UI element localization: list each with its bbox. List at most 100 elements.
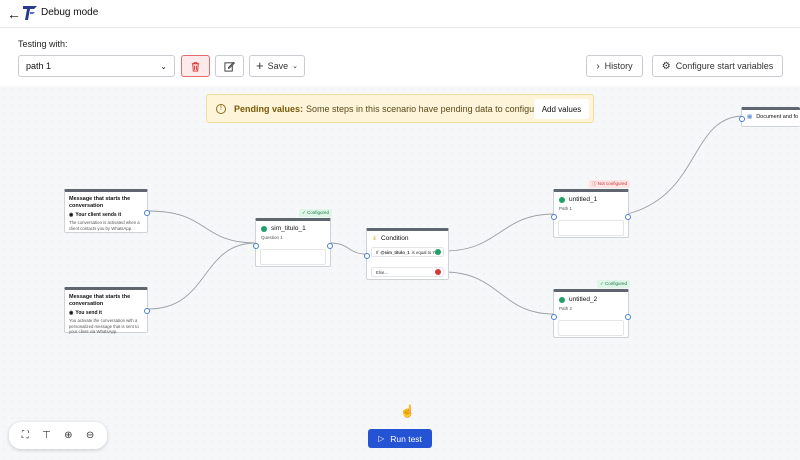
banner-title: Pending values:: [234, 103, 304, 114]
input-port[interactable]: [253, 243, 259, 249]
delete-button[interactable]: [181, 55, 210, 77]
edit-button[interactable]: [215, 55, 244, 77]
condition-else-row[interactable]: Else...: [371, 267, 444, 277]
question-node-untitled-1[interactable]: untitled_1 Path 1: [551, 189, 631, 238]
condition-prefix: If: [376, 249, 379, 255]
node-subtitle-text: Your client sends it: [75, 212, 122, 218]
badge-text: Not configured: [597, 181, 628, 186]
node-field-label: Path 1: [559, 206, 573, 211]
run-test-label: Run test: [390, 433, 422, 444]
configure-start-variables-button[interactable]: ⚙ Configure start variables: [652, 55, 783, 77]
node-title: untitled_2: [569, 296, 598, 303]
edge-condition-untitled2: [443, 271, 555, 315]
output-port[interactable]: [144, 308, 150, 314]
condition-node[interactable]: ⇓ Condition If @sim_titulo_1 is equal to…: [364, 228, 449, 280]
document-icon: ▦: [747, 114, 753, 120]
node-header: sim_titulo_1: [256, 221, 330, 232]
whatsapp-icon: [559, 296, 565, 303]
hand-cursor-icon: ☝: [400, 404, 415, 418]
question-node-untitled-2[interactable]: untitled_2 Path 2: [551, 289, 631, 338]
output-port[interactable]: [327, 243, 333, 249]
users-icon: ◉: [69, 310, 74, 316]
edge-msg2-sim: [147, 242, 257, 310]
edge-msg1-sim: [147, 210, 257, 244]
trash-icon: [191, 61, 200, 72]
badge-text: Configured: [307, 210, 330, 215]
node-title: untitled_1: [569, 196, 598, 203]
edge-condition-untitled1: [443, 213, 555, 252]
whatsapp-icon: [559, 196, 565, 203]
error-dot-icon: [435, 269, 441, 275]
flow-canvas[interactable]: ! Pending values: Some steps in this sce…: [0, 86, 800, 460]
gear-icon: ⚙: [661, 60, 671, 72]
back-arrow-icon[interactable]: ←: [6, 6, 22, 22]
chevron-right-icon: ›: [596, 60, 600, 72]
history-label: History: [604, 61, 633, 71]
save-label: Save: [267, 61, 289, 71]
node-header: ▦ Document and fo: [742, 110, 800, 120]
history-button[interactable]: › History: [586, 55, 643, 77]
top-bar: ← Debug mode: [0, 0, 800, 28]
edge-untitled1-doc: [626, 115, 743, 215]
path-select[interactable]: path 1 ⌄: [18, 55, 175, 77]
node-subtitle: ◉ You send it: [65, 308, 147, 316]
brand-logo-icon: [23, 6, 37, 20]
input-port[interactable]: [551, 314, 557, 320]
page-title: Debug mode: [41, 7, 99, 18]
node-title: Condition: [381, 235, 409, 242]
testing-with-label: Testing with:: [18, 39, 68, 49]
node-title: Message that starts the conversation: [69, 196, 131, 209]
zoom-out-icon[interactable]: ⊖: [86, 430, 94, 441]
edge-sim-condition: [329, 242, 367, 255]
start-message-node-you[interactable]: Message that starts the conversation ◉ Y…: [64, 287, 150, 334]
success-dot-icon: [435, 249, 441, 255]
node-field-label: Question 1: [261, 235, 283, 240]
condition-icon: ⇓: [372, 236, 378, 242]
node-field-box: [558, 220, 624, 236]
node-header: ⇓ Condition: [367, 231, 448, 242]
node-title: Document and fo: [756, 114, 799, 120]
question-node-sim-titulo-1[interactable]: sim_titulo_1 Question 1: [253, 218, 333, 267]
add-values-button[interactable]: Add values: [534, 99, 589, 119]
output-port[interactable]: [144, 210, 150, 216]
path-select-value: path 1: [26, 61, 52, 71]
edit-icon: [224, 61, 235, 72]
node-description: The conversation is activated when a cli…: [69, 220, 140, 231]
run-test-button[interactable]: ▷ Run test: [368, 429, 432, 448]
node-header: untitled_2: [554, 292, 628, 303]
condition-rule-row[interactable]: If @sim_titulo_1 is equal to Yes: [371, 247, 444, 257]
node-title: sim_titulo_1: [271, 225, 306, 232]
condition-else-text: Else...: [376, 269, 388, 275]
chevron-down-icon: ⌄: [160, 61, 167, 71]
condition-variable: @sim_titulo_1: [380, 249, 410, 255]
zoom-in-icon[interactable]: ⊕: [64, 430, 72, 441]
fit-view-icon[interactable]: ⛶: [22, 430, 29, 441]
node-field-box: [558, 320, 624, 336]
start-message-node-client[interactable]: Message that starts the conversation ◉ Y…: [64, 189, 150, 233]
input-port[interactable]: [364, 253, 370, 259]
chevron-down-icon: ⌄: [292, 63, 298, 70]
status-badge-configured: ✓ Configured: [597, 280, 631, 288]
node-subtitle: ◉ Your client sends it: [65, 210, 147, 218]
node-field-box: [260, 249, 326, 265]
output-port[interactable]: [625, 314, 631, 320]
node-title: Message that starts the conversation: [69, 294, 131, 307]
save-button[interactable]: + Save ⌄: [249, 55, 305, 77]
output-port[interactable]: [625, 214, 631, 220]
badge-text: Configured: [605, 281, 628, 286]
banner-text: Some steps in this scenario have pending…: [306, 103, 545, 114]
toolbar: Testing with: path 1 ⌄ + Save ⌄ › Histor…: [0, 29, 800, 85]
zoom-controls: ⛶ ⊤ ⊕ ⊖: [9, 422, 107, 449]
status-badge-configured: ✓ Configured: [299, 209, 333, 217]
node-field-label: Path 2: [559, 306, 573, 311]
auto-layout-icon[interactable]: ⊤: [42, 430, 51, 441]
node-subtitle-text: You send it: [75, 310, 102, 316]
input-port[interactable]: [551, 214, 557, 220]
node-header: untitled_1: [554, 192, 628, 203]
play-icon: ▷: [378, 434, 385, 443]
input-port[interactable]: [739, 116, 745, 122]
pending-values-banner: ! Pending values: Some steps in this sce…: [206, 94, 594, 123]
users-icon: ◉: [69, 212, 74, 218]
document-node[interactable]: ▦ Document and fo: [739, 107, 800, 127]
whatsapp-icon: [261, 225, 267, 232]
